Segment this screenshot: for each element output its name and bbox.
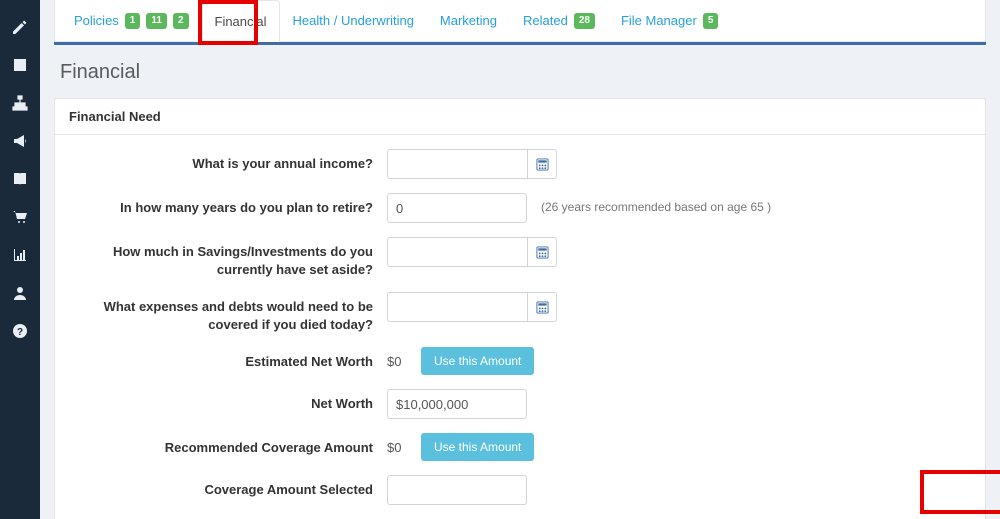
person-icon[interactable] [0, 274, 40, 312]
use-amount-button[interactable]: Use this Amount [421, 347, 534, 375]
panel-financial-need: Financial Need What is your annual incom… [54, 98, 986, 519]
tab-label: Financial [215, 14, 267, 29]
tab-label: Policies [74, 13, 119, 28]
tab-marketing[interactable]: Marketing [427, 0, 510, 41]
tab-related[interactable]: Related 28 [510, 0, 608, 41]
panel-body: What is your annual income? In how many … [55, 135, 985, 519]
label: What expenses and debts would need to be… [73, 292, 373, 333]
calculator-icon[interactable] [527, 149, 557, 179]
bullhorn-icon[interactable] [0, 122, 40, 160]
tab-label: Health / Underwriting [293, 13, 414, 28]
expenses-input[interactable] [387, 292, 527, 322]
pencil-icon[interactable] [0, 8, 40, 46]
sitemap-icon[interactable] [0, 84, 40, 122]
label: How much in Savings/Investments do you c… [73, 237, 373, 278]
tab-label: File Manager [621, 13, 697, 28]
chart-icon[interactable] [0, 236, 40, 274]
annual-income-input[interactable] [387, 149, 527, 179]
tab-policies[interactable]: Policies 1 11 2 [61, 0, 202, 41]
panel-heading: Financial Need [55, 99, 985, 135]
retire-years-input[interactable] [387, 193, 527, 223]
badge: 2 [173, 13, 189, 29]
label: Recommended Coverage Amount [73, 433, 373, 457]
calculator-icon[interactable] [527, 237, 557, 267]
label: Net Worth [73, 389, 373, 413]
row-retire-years: In how many years do you plan to retire?… [73, 193, 967, 223]
row-rec-coverage: Recommended Coverage Amount $0 Use this … [73, 433, 967, 461]
badge: 11 [146, 13, 167, 29]
row-annual-income: What is your annual income? [73, 149, 967, 179]
cart-icon[interactable] [0, 198, 40, 236]
coverage-selected-input[interactable] [387, 475, 527, 505]
row-savings: How much in Savings/Investments do you c… [73, 237, 967, 278]
left-sidebar: ? [0, 0, 40, 519]
help-text: (26 years recommended based on age 65 ) [541, 193, 771, 214]
badge: 28 [574, 13, 595, 29]
net-worth-input[interactable] [387, 389, 527, 419]
label: What is your annual income? [73, 149, 373, 173]
tab-label: Marketing [440, 13, 497, 28]
tab-label: Related [523, 13, 568, 28]
question-icon[interactable]: ? [0, 312, 40, 350]
tab-financial[interactable]: Financial [202, 0, 280, 42]
row-expenses: What expenses and debts would need to be… [73, 292, 967, 333]
badge: 1 [125, 13, 141, 29]
user-card-icon[interactable] [0, 46, 40, 84]
tab-health[interactable]: Health / Underwriting [280, 0, 427, 41]
row-coverage-selected: Coverage Amount Selected [73, 475, 967, 505]
badge: 5 [703, 13, 719, 29]
est-net-worth-value: $0 [387, 347, 407, 369]
label: In how many years do you plan to retire? [73, 193, 373, 217]
row-net-worth: Net Worth [73, 389, 967, 419]
row-est-net-worth: Estimated Net Worth $0 Use this Amount [73, 347, 967, 375]
calculator-icon[interactable] [527, 292, 557, 322]
use-amount-button[interactable]: Use this Amount [421, 433, 534, 461]
tab-bar: Policies 1 11 2 Financial Health / Under… [54, 0, 986, 42]
main-content: Policies 1 11 2 Financial Health / Under… [40, 0, 1000, 519]
savings-input[interactable] [387, 237, 527, 267]
svg-text:?: ? [17, 327, 23, 338]
book-icon[interactable] [0, 160, 40, 198]
label: Coverage Amount Selected [73, 475, 373, 499]
tab-filemanager[interactable]: File Manager 5 [608, 0, 731, 41]
rec-coverage-value: $0 [387, 433, 407, 455]
label: Estimated Net Worth [73, 347, 373, 371]
page-title: Financial [54, 45, 986, 98]
